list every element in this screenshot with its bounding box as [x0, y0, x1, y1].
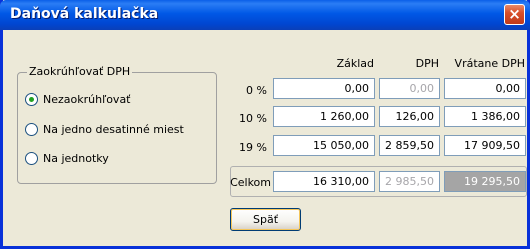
rounding-group-title: Zaokrúhľovať DPH — [27, 65, 133, 78]
base-field-0[interactable]: 0,00 — [273, 78, 375, 99]
vat-field-19[interactable]: 2 859,50 — [379, 135, 440, 156]
radio-label: Na jedno desatinné miest — [43, 122, 184, 136]
close-button[interactable]: × — [504, 4, 525, 25]
column-header-vat: DPH — [415, 57, 439, 70]
radio-no-rounding[interactable]: Nezaokrúhľovať — [25, 91, 131, 107]
base-field-19[interactable]: 15 050,00 — [273, 135, 375, 156]
window-title: Daňová kalkulačka — [10, 6, 159, 22]
radio-units[interactable]: Na jednotky — [25, 150, 109, 166]
title-bar[interactable]: Daňová kalkulačka × — [0, 0, 530, 30]
dialog-window: Daňová kalkulačka × Zaokrúhľovať DPH Nez… — [0, 0, 530, 249]
column-header-total: Vrátane DPH — [454, 57, 525, 70]
radio-icon[interactable] — [25, 122, 38, 136]
close-icon: × — [508, 5, 521, 23]
row-label-19: 19 % — [239, 141, 267, 154]
vat-field-0: 0,00 — [379, 78, 440, 99]
grand-total-field: 19 295,50 — [444, 171, 526, 192]
row-label-10: 10 % — [239, 112, 267, 125]
radio-icon-checked[interactable] — [25, 92, 38, 106]
radio-one-decimal[interactable]: Na jedno desatinné miest — [25, 121, 184, 137]
total-field-0[interactable]: 0,00 — [444, 78, 526, 99]
radio-icon[interactable] — [25, 151, 38, 165]
radio-label: Nezaokrúhľovať — [43, 92, 131, 106]
total-base-field: 16 310,00 — [273, 171, 375, 192]
row-label-0: 0 % — [246, 84, 267, 97]
column-header-base: Základ — [336, 57, 374, 70]
vat-field-10[interactable]: 126,00 — [379, 106, 440, 127]
base-field-10[interactable]: 1 260,00 — [273, 106, 375, 127]
radio-label: Na jednotky — [43, 151, 109, 165]
back-button[interactable]: Späť — [230, 208, 301, 231]
total-row-label: Celkom — [230, 176, 271, 189]
total-field-10[interactable]: 1 386,00 — [444, 106, 526, 127]
total-vat-field: 2 985,50 — [379, 171, 440, 192]
total-field-19[interactable]: 17 909,50 — [444, 135, 526, 156]
